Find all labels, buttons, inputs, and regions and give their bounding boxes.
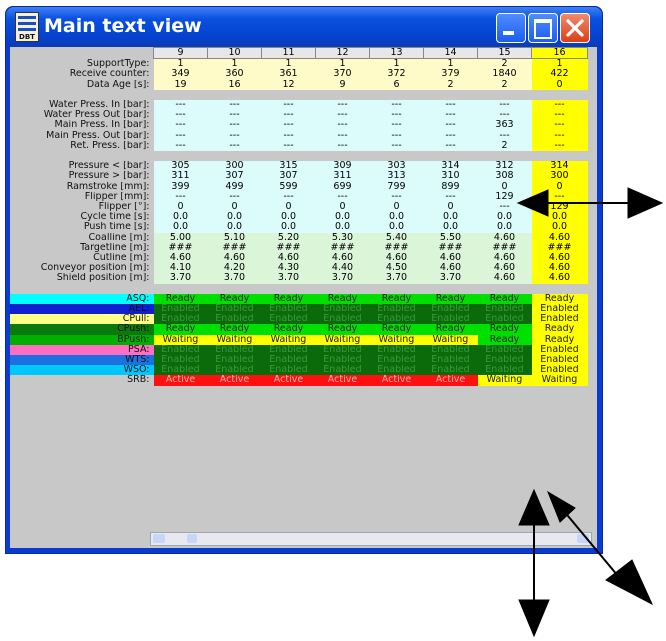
arrow-diagonal-head-lower <box>605 559 654 606</box>
arrow-down-head <box>518 599 550 638</box>
arrow-diagonal-head-upper <box>546 490 576 523</box>
arrow-up-head <box>518 488 550 526</box>
arrow-right-head <box>627 187 664 219</box>
arrow-left-head <box>516 189 549 217</box>
annotation-arrows <box>516 187 664 638</box>
